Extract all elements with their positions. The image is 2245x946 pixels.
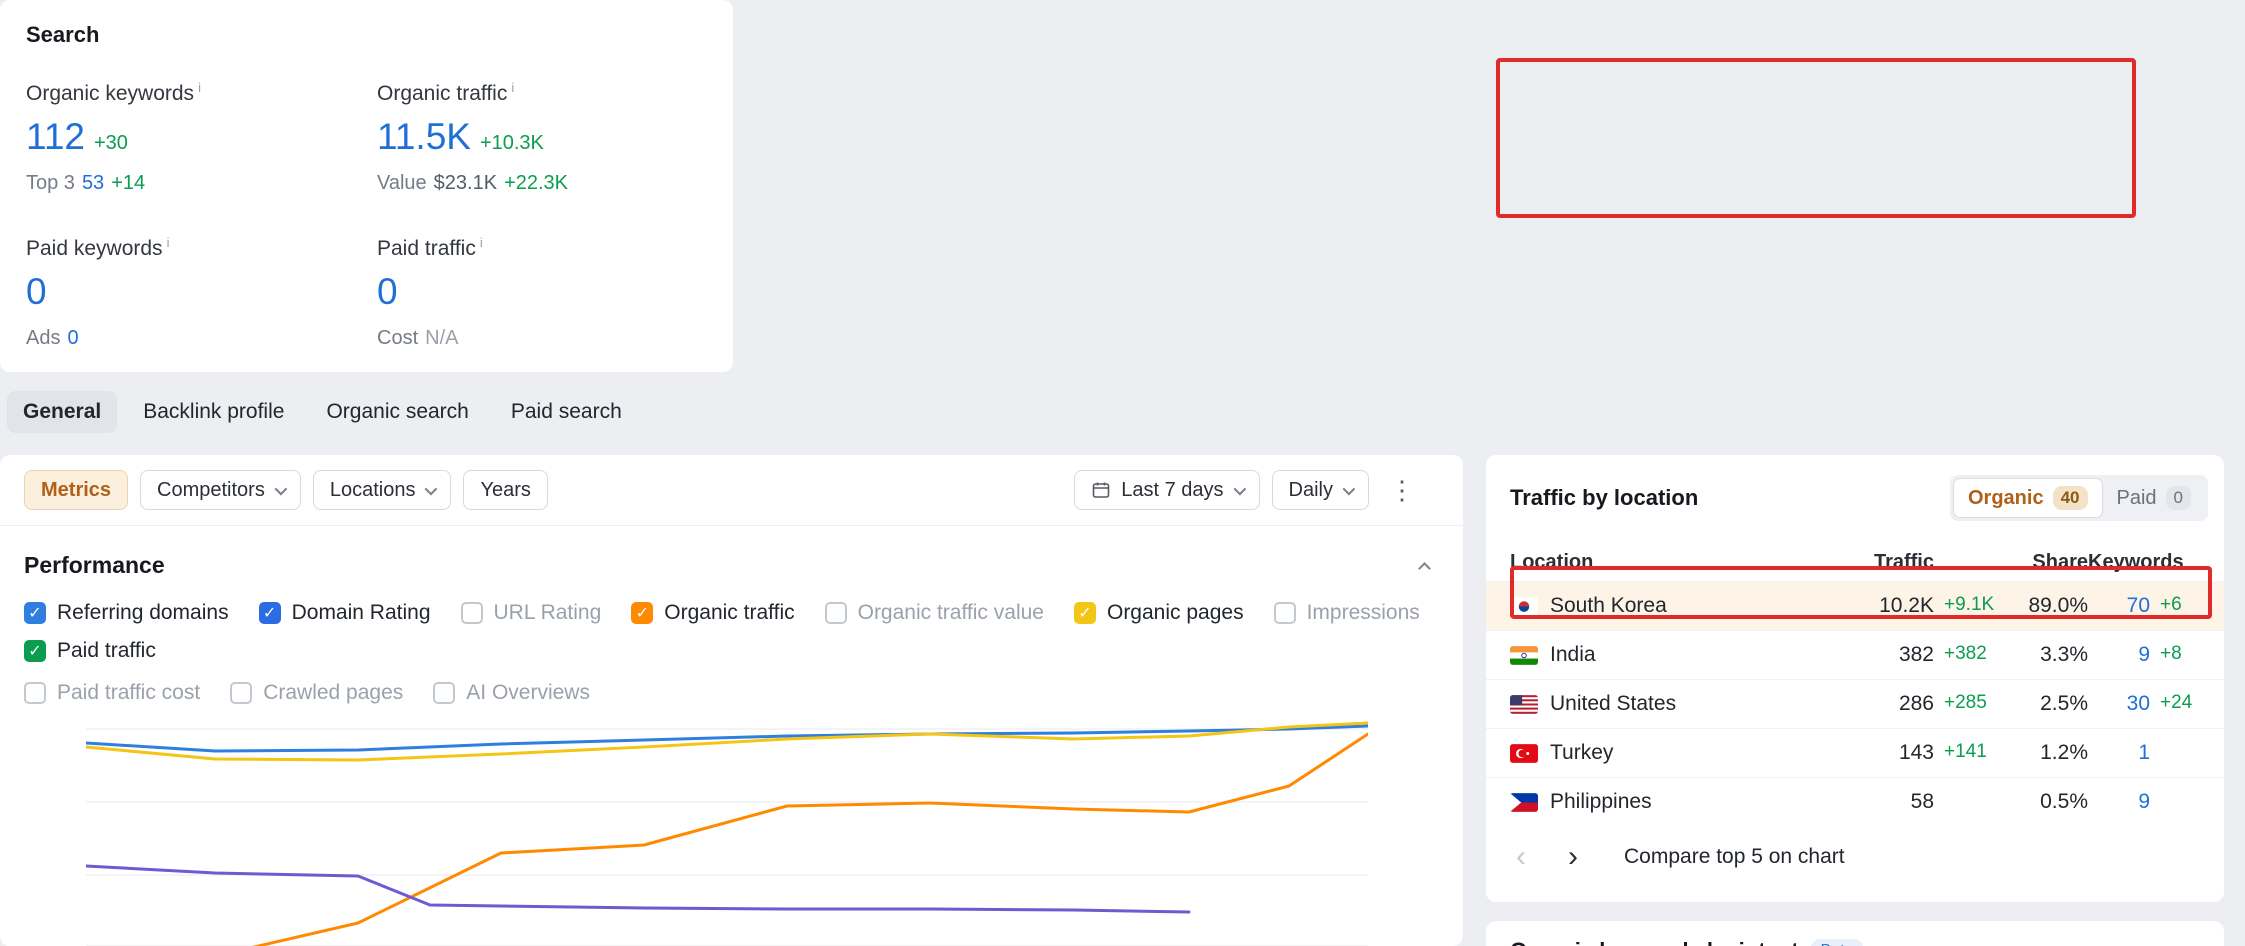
legend-referring-domains[interactable]: ✓Referring domains	[24, 601, 229, 625]
calendar-icon	[1091, 480, 1111, 500]
chevron-down-icon	[425, 482, 438, 495]
kebab-menu-icon[interactable]: ⋮	[1381, 475, 1423, 506]
checkbox-icon: ✓	[24, 640, 46, 662]
table-row-india[interactable]: India 382+382 3.3% 9+8	[1486, 630, 2224, 679]
legend-organic-pages[interactable]: ✓Organic pages	[1074, 601, 1244, 625]
locations-button[interactable]: Locations	[313, 470, 452, 510]
info-icon[interactable]: i	[198, 80, 201, 95]
organic-paid-toggle: Organic40 Paid0	[1950, 475, 2208, 521]
report-tabs: General Backlink profile Organic search …	[7, 391, 638, 433]
table-pager: ‹ › Compare top 5 on chart	[1486, 826, 2224, 888]
checkbox-icon: ✓	[259, 602, 281, 624]
tab-organic-search[interactable]: Organic search	[310, 391, 484, 433]
flag-india-icon	[1510, 646, 1538, 665]
seo-dashboard: AI citationsi AI Overview 4 +4 Pages1+1 …	[0, 0, 2245, 946]
flag-united-states-icon	[1510, 695, 1538, 714]
granularity-button[interactable]: Daily	[1272, 470, 1369, 510]
performance-title: Performance	[24, 552, 165, 579]
flag-turkey-icon	[1510, 744, 1538, 763]
checkbox-icon	[461, 602, 483, 624]
table-row-turkey[interactable]: Turkey 143+141 1.2% 1	[1486, 728, 2224, 777]
organic-count-badge: 40	[2053, 486, 2088, 510]
organic-traffic-stat: Organic traffici 11.5K+10.3K Value$23.1K…	[377, 80, 707, 195]
paid-keywords-stat: Paid keywordsi 0 Ads0	[26, 235, 377, 350]
compare-top5-link[interactable]: Compare top 5 on chart	[1624, 845, 1845, 869]
legend-domain-rating[interactable]: ✓Domain Rating	[259, 601, 431, 625]
collapse-icon[interactable]	[1418, 562, 1431, 575]
chevron-down-icon	[274, 482, 287, 495]
paid-traffic-stat: Paid traffici 0 CostN/A	[377, 235, 707, 350]
info-icon[interactable]: i	[480, 235, 483, 250]
intent-panel-title: Organic keywords by intent	[1510, 938, 1799, 946]
checkbox-icon	[24, 682, 46, 704]
legend-url-rating[interactable]: URL Rating	[461, 601, 602, 625]
performance-chart	[86, 687, 1368, 946]
traffic-panel-title: Traffic by location	[1510, 485, 1698, 511]
beta-badge: Beta	[1811, 939, 1864, 946]
checkbox-icon: ✓	[631, 602, 653, 624]
legend-organic-traffic-value[interactable]: Organic traffic value	[825, 601, 1044, 625]
table-row-south-korea[interactable]: South Korea 10.2K+9.1K 89.0% 70+6	[1486, 581, 2224, 630]
prev-page-icon[interactable]: ‹	[1510, 842, 1532, 872]
toggle-organic[interactable]: Organic40	[1953, 478, 2103, 518]
tab-backlink-profile[interactable]: Backlink profile	[127, 391, 300, 433]
paid-count-badge: 0	[2166, 486, 2191, 510]
legend-paid-traffic[interactable]: ✓Paid traffic	[24, 639, 156, 663]
years-button[interactable]: Years	[463, 470, 547, 510]
info-icon[interactable]: i	[511, 80, 514, 95]
flag-south-korea-icon	[1510, 597, 1538, 616]
chevron-down-icon	[1343, 482, 1356, 495]
annotation-box-search-organic	[1496, 58, 2136, 218]
performance-panel: Metrics Competitors Locations Years Last…	[0, 455, 1463, 946]
table-header: Location Traffic Share Keywords	[1486, 543, 2224, 581]
table-row-philippines[interactable]: Philippines 58 0.5% 9	[1486, 777, 2224, 826]
checkbox-icon: ✓	[1074, 602, 1096, 624]
next-page-icon[interactable]: ›	[1562, 842, 1584, 872]
tab-paid-search[interactable]: Paid search	[495, 391, 638, 433]
traffic-by-location-panel: Traffic by location Organic40 Paid0 Loca…	[1486, 455, 2224, 902]
checkbox-icon	[825, 602, 847, 624]
search-title: Search	[26, 22, 99, 47]
info-icon[interactable]: i	[167, 235, 170, 250]
search-card: Search Organic keywordsi 112+30 Top 353+…	[0, 0, 733, 372]
keywords-by-intent-panel: Organic keywords by intent Beta	[1486, 921, 2224, 946]
metric-legend: ✓Referring domains ✓Domain Rating URL Ra…	[0, 579, 1463, 663]
flag-philippines-icon	[1510, 793, 1538, 812]
legend-organic-traffic[interactable]: ✓Organic traffic	[631, 601, 794, 625]
organic-keywords-stat: Organic keywordsi 112+30 Top 353+14	[26, 80, 377, 195]
chart-toolbar: Metrics Competitors Locations Years Last…	[0, 455, 1463, 526]
date-range-button[interactable]: Last 7 days	[1074, 470, 1259, 510]
chevron-down-icon	[1233, 482, 1246, 495]
metrics-button[interactable]: Metrics	[24, 470, 128, 510]
tab-general[interactable]: General	[7, 391, 117, 433]
competitors-button[interactable]: Competitors	[140, 470, 301, 510]
legend-impressions[interactable]: Impressions	[1274, 601, 1420, 625]
table-row-united-states[interactable]: United States 286+285 2.5% 30+24	[1486, 679, 2224, 728]
toggle-paid[interactable]: Paid0	[2103, 478, 2206, 518]
checkbox-icon: ✓	[24, 602, 46, 624]
checkbox-icon	[1274, 602, 1296, 624]
